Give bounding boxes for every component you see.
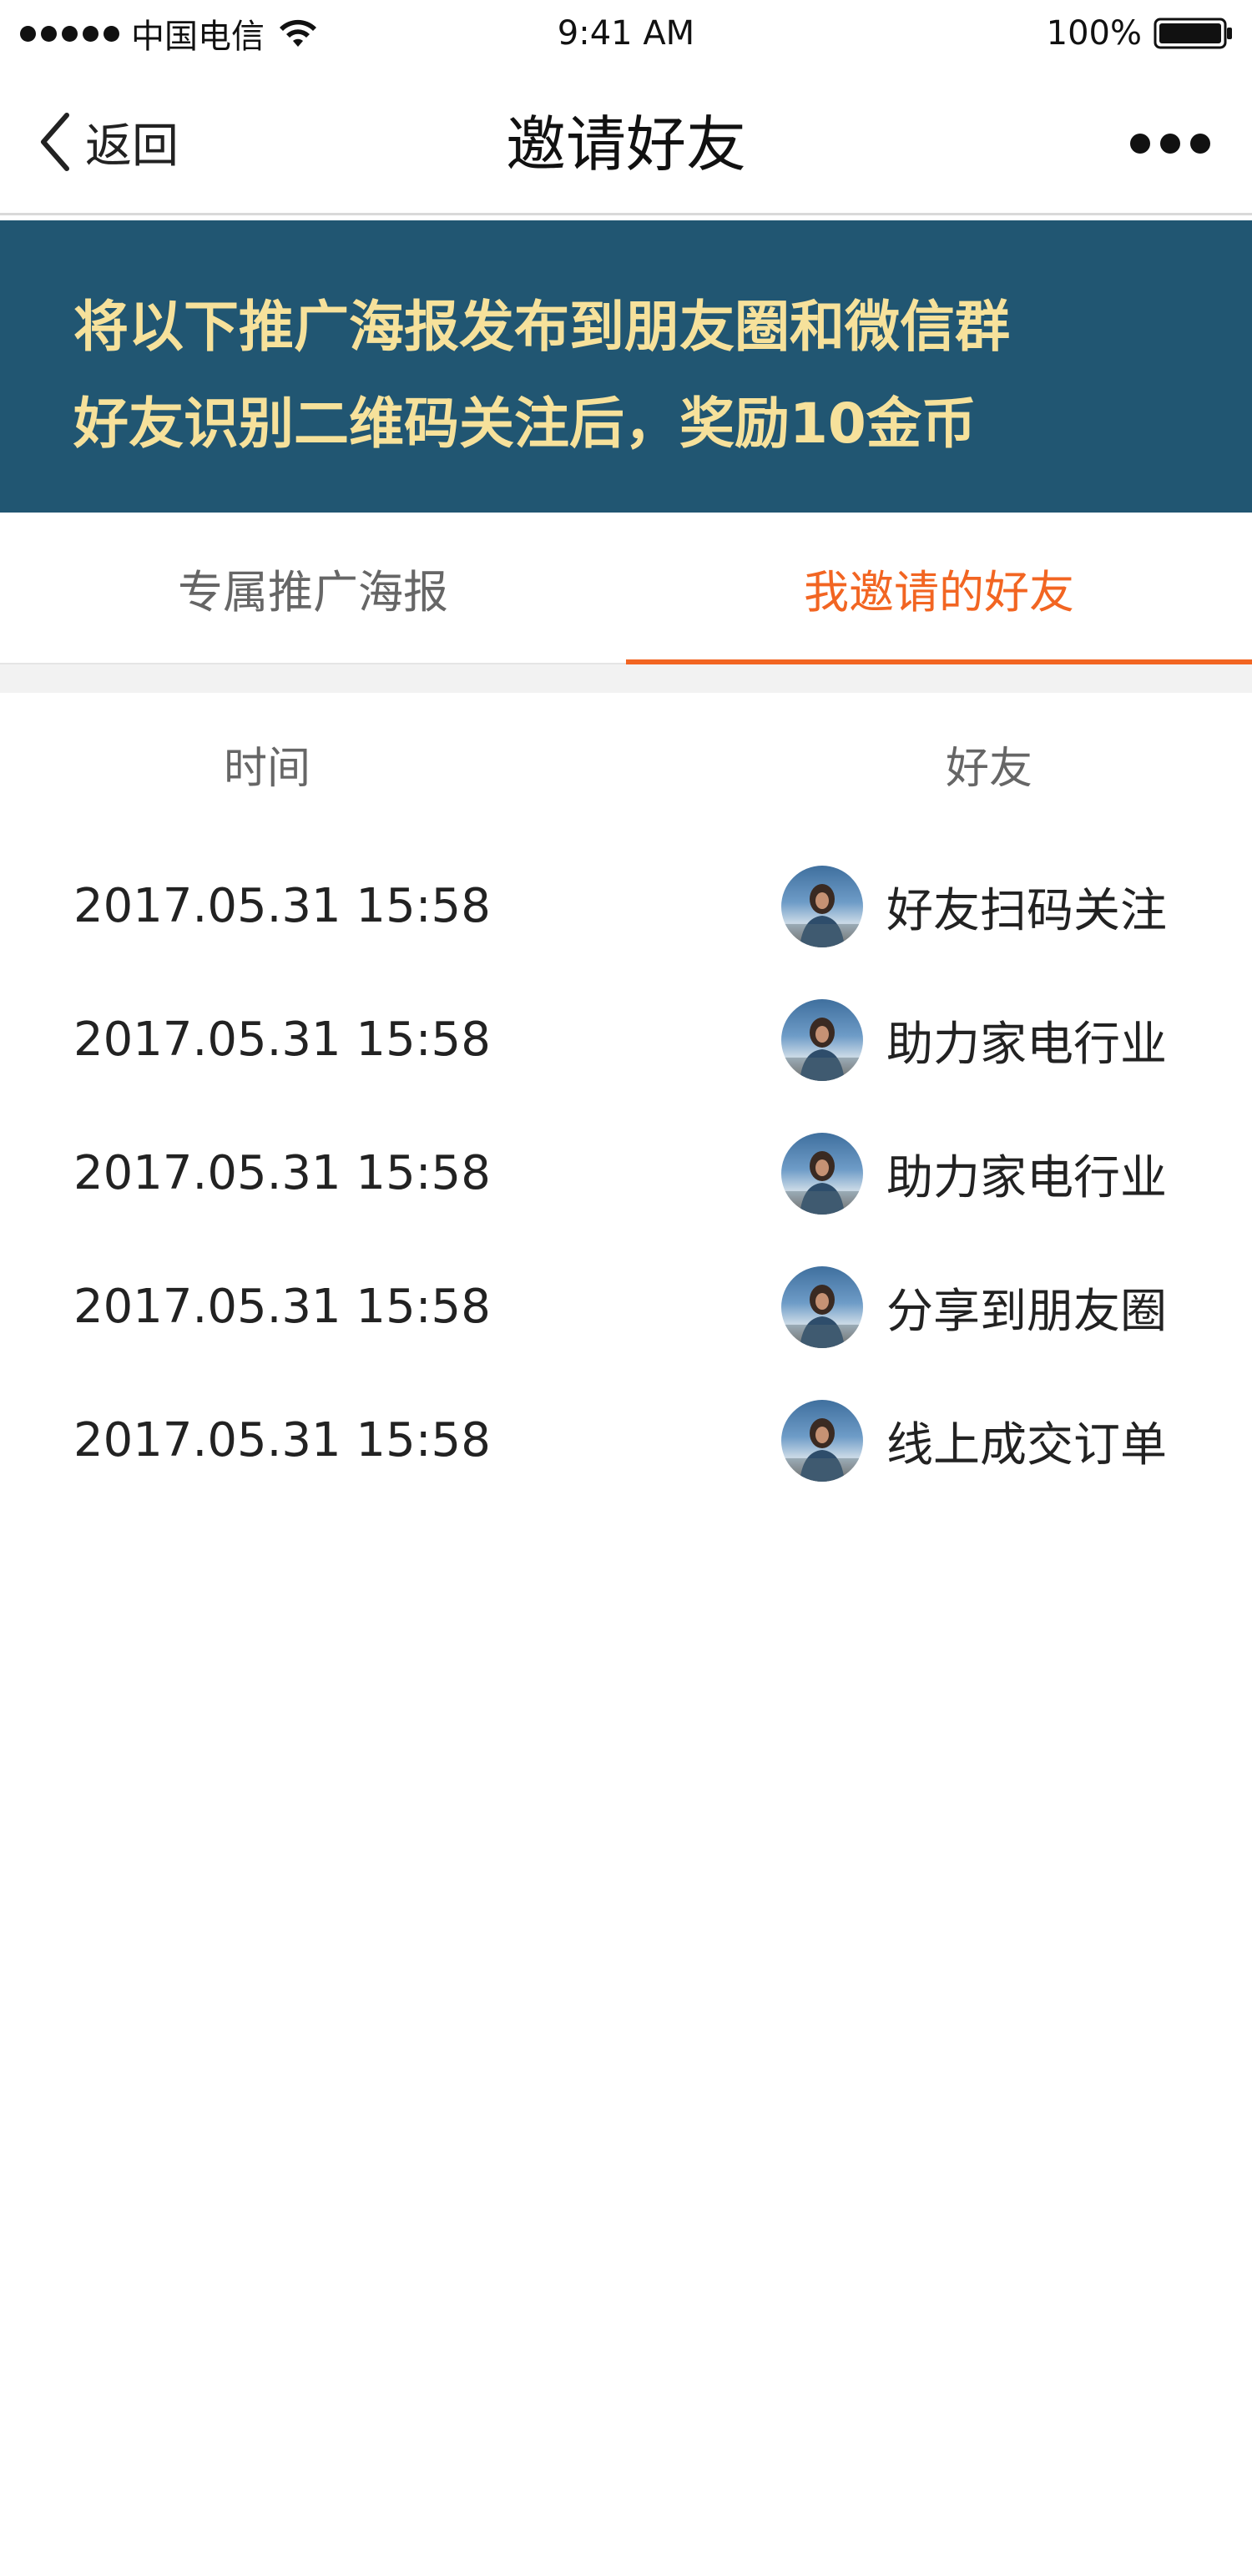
friend-name: 分享到朋友圈 bbox=[886, 1284, 1167, 1339]
row-time: 2017.05.31 15:58 bbox=[73, 1413, 491, 1467]
friend-name: 线上成交订单 bbox=[886, 1417, 1167, 1472]
status-right: 100% bbox=[1047, 12, 1234, 55]
row-friend: 助力家电行业 bbox=[781, 998, 1167, 1082]
avatar bbox=[781, 1400, 863, 1482]
tab-bar: 专属推广海报 我邀请的好友 bbox=[0, 513, 1252, 664]
avatar bbox=[781, 866, 863, 947]
avatar bbox=[781, 999, 863, 1081]
battery-percent: 100% bbox=[1046, 14, 1142, 53]
row-friend: 助力家电行业 bbox=[781, 1132, 1167, 1215]
banner-line-2: 好友识别二维码关注后，奖励10金币 bbox=[73, 391, 977, 456]
row-friend: 分享到朋友圈 bbox=[781, 1265, 1167, 1349]
table-row[interactable]: 2017.05.31 15:58 分享到朋友圈 bbox=[0, 1240, 1252, 1374]
table-row[interactable]: 2017.05.31 15:58 好友扫码关注 bbox=[0, 840, 1252, 973]
row-friend: 好友扫码关注 bbox=[781, 865, 1167, 948]
friend-name: 助力家电行业 bbox=[886, 1017, 1167, 1072]
section-divider bbox=[0, 664, 1252, 693]
avatar bbox=[781, 1133, 863, 1215]
banner-line-1: 将以下推广海报发布到朋友圈和微信群 bbox=[73, 295, 1010, 359]
invited-friends-table: 时间 好友 2017.05.31 15:58 好友扫码关注 2017.05.31… bbox=[0, 693, 1252, 1508]
battery-icon bbox=[1154, 18, 1232, 49]
row-time: 2017.05.31 15:58 bbox=[73, 879, 491, 933]
column-header-time: 时间 bbox=[223, 744, 310, 794]
table-row[interactable]: 2017.05.31 15:58 线上成交订单 bbox=[0, 1374, 1252, 1508]
more-options-icon[interactable] bbox=[1130, 122, 1210, 165]
column-header-friend: 好友 bbox=[945, 744, 1032, 794]
friend-name: 助力家电行业 bbox=[886, 1150, 1167, 1205]
table-row[interactable]: 2017.05.31 15:58 助力家电行业 bbox=[0, 973, 1252, 1107]
tab-exclusive-poster[interactable]: 专属推广海报 bbox=[0, 513, 626, 663]
row-friend: 线上成交订单 bbox=[781, 1399, 1167, 1482]
row-time: 2017.05.31 15:58 bbox=[73, 1013, 491, 1067]
row-time: 2017.05.31 15:58 bbox=[73, 1280, 491, 1334]
page-title: 邀请好友 bbox=[505, 109, 746, 179]
tab-my-invited-friends[interactable]: 我邀请的好友 bbox=[626, 513, 1252, 664]
avatar bbox=[781, 1266, 863, 1348]
table-row[interactable]: 2017.05.31 15:58 助力家电行业 bbox=[0, 1107, 1252, 1240]
table-header: 时间 好友 bbox=[0, 693, 1252, 840]
navigation-bar: 返回 邀请好友 bbox=[0, 67, 1252, 215]
row-time: 2017.05.31 15:58 bbox=[73, 1146, 491, 1200]
friend-name: 好友扫码关注 bbox=[886, 883, 1167, 938]
status-bar: 中国电信 9:41 AM 100% bbox=[0, 0, 1252, 67]
promo-banner: 将以下推广海报发布到朋友圈和微信群 好友识别二维码关注后，奖励10金币 bbox=[0, 220, 1252, 513]
